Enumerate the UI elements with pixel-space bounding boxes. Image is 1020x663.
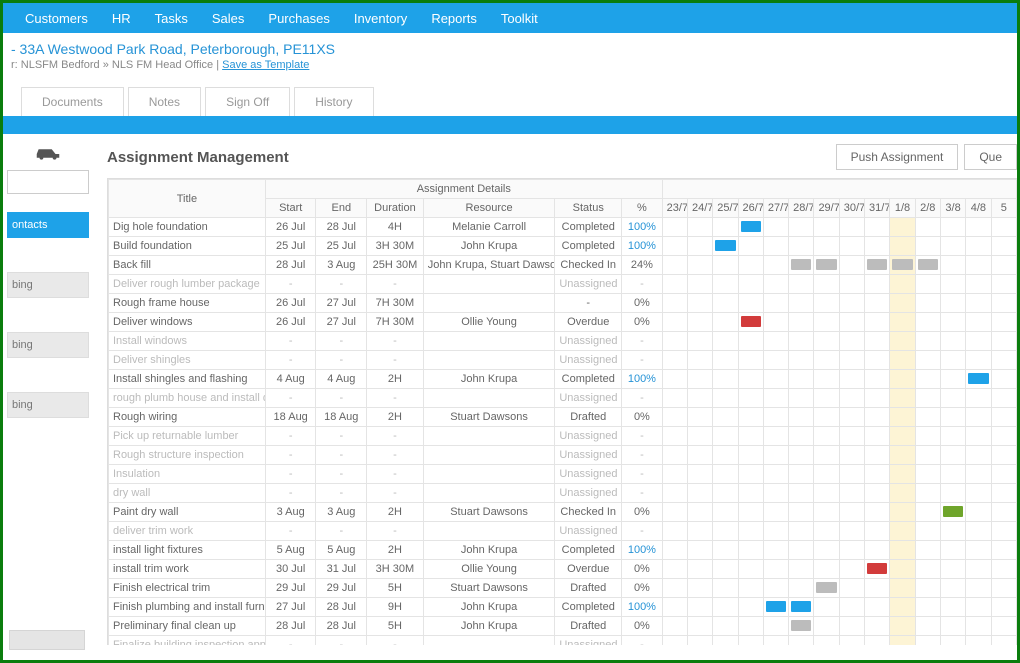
nav-hr[interactable]: HR <box>100 11 143 26</box>
gantt-bar[interactable] <box>741 221 761 232</box>
gantt-bar[interactable] <box>816 259 836 270</box>
gantt-header <box>662 180 1016 199</box>
top-nav: CustomersHRTasksSalesPurchasesInventoryR… <box>3 3 1017 33</box>
col-resource[interactable]: Resource <box>423 199 555 218</box>
sidebar: ontacts bing bing bing <box>3 134 93 645</box>
nav-toolkit[interactable]: Toolkit <box>489 11 550 26</box>
sub-tabs: DocumentsNotesSign OffHistory <box>3 75 1017 116</box>
gantt-bar[interactable] <box>816 582 836 593</box>
date-col: 29/7 <box>814 199 839 218</box>
nav-sales[interactable]: Sales <box>200 11 257 26</box>
table-row[interactable]: Install shingles and flashing4 Aug4 Aug2… <box>109 370 1017 389</box>
gantt-bar[interactable] <box>715 240 735 251</box>
date-col: 25/7 <box>713 199 738 218</box>
table-row[interactable]: Install windows---Unassigned- <box>109 332 1017 351</box>
gantt-bar[interactable] <box>867 259 887 270</box>
table-row[interactable]: Dig hole foundation26 Jul28 Jul4HMelanie… <box>109 218 1017 237</box>
gantt-bar[interactable] <box>766 601 786 612</box>
table-row[interactable]: Rough wiring18 Aug18 Aug2HStuart Dawsons… <box>109 408 1017 427</box>
table-body: Dig hole foundation26 Jul28 Jul4HMelanie… <box>109 218 1017 646</box>
tab-notes[interactable]: Notes <box>128 87 201 116</box>
nav-purchases[interactable]: Purchases <box>256 11 341 26</box>
col-group-details: Assignment Details <box>265 180 662 199</box>
push-assignment-button[interactable]: Push Assignment <box>836 144 959 170</box>
tab-history[interactable]: History <box>294 87 373 116</box>
date-col: 3/8 <box>940 199 965 218</box>
tab-documents[interactable]: Documents <box>21 87 124 116</box>
nav-inventory[interactable]: Inventory <box>342 11 419 26</box>
table-row[interactable]: Rough structure inspection---Unassigned- <box>109 446 1017 465</box>
date-col: 26/7 <box>738 199 763 218</box>
table-row[interactable]: install trim work30 Jul31 Jul3H 30MOllie… <box>109 560 1017 579</box>
table-row[interactable]: Insulation---Unassigned- <box>109 465 1017 484</box>
date-col: 27/7 <box>763 199 788 218</box>
gantt-bar[interactable] <box>918 259 938 270</box>
gantt-bar[interactable] <box>867 563 887 574</box>
date-col: 28/7 <box>789 199 814 218</box>
address-line: - 33A Westwood Park Road, Peterborough, … <box>11 41 1017 57</box>
date-col: 23/7 <box>662 199 687 218</box>
table-row[interactable]: Paint dry wall3 Aug3 Aug2HStuart Dawsons… <box>109 503 1017 522</box>
table-row[interactable]: dry wall---Unassigned- <box>109 484 1017 503</box>
date-col: 24/7 <box>687 199 712 218</box>
col-duration[interactable]: Duration <box>367 199 424 218</box>
table-row[interactable]: Deliver windows26 Jul27 Jul7H 30MOllie Y… <box>109 313 1017 332</box>
col-title[interactable]: Title <box>109 180 266 218</box>
gantt-bar[interactable] <box>892 259 912 270</box>
tab-sign-off[interactable]: Sign Off <box>205 87 290 116</box>
gantt-bar[interactable] <box>791 601 811 612</box>
save-template-link[interactable]: Save as Template <box>222 59 309 71</box>
table-row[interactable]: Finish electrical trim29 Jul29 Jul5HStua… <box>109 579 1017 598</box>
table-row[interactable]: deliver trim work---Unassigned- <box>109 522 1017 541</box>
table-row[interactable]: Finish plumbing and install furnace27 Ju… <box>109 598 1017 617</box>
sidebar-item-3[interactable]: bing <box>7 392 89 418</box>
table-row[interactable]: install light fixtures5 Aug5 Aug2HJohn K… <box>109 541 1017 560</box>
assignment-table[interactable]: Title Assignment Details Start End Durat… <box>108 179 1017 645</box>
sidebar-contacts[interactable]: ontacts <box>7 212 89 238</box>
page-header: - 33A Westwood Park Road, Peterborough, … <box>3 33 1017 75</box>
col-start[interactable]: Start <box>265 199 316 218</box>
gantt-bar[interactable] <box>943 506 963 517</box>
date-col: 1/8 <box>890 199 915 218</box>
table-row[interactable]: Preliminary final clean up28 Jul28 Jul5H… <box>109 617 1017 636</box>
queue-button[interactable]: Que <box>964 144 1017 170</box>
search-input[interactable] <box>7 170 89 194</box>
gantt-bar[interactable] <box>968 373 988 384</box>
gantt-bar[interactable] <box>741 316 761 327</box>
nav-customers[interactable]: Customers <box>13 11 100 26</box>
breadcrumb-text: r: NLSFM Bedford » NLS FM Head Office | <box>11 59 222 71</box>
col-end[interactable]: End <box>316 199 367 218</box>
table-row[interactable]: Finalize building inspection approva---U… <box>109 636 1017 646</box>
sidebar-item-2[interactable]: bing <box>7 332 89 358</box>
nav-tasks[interactable]: Tasks <box>143 11 200 26</box>
nav-reports[interactable]: Reports <box>419 11 489 26</box>
date-col: 5 <box>991 199 1016 218</box>
table-row[interactable]: Rough frame house26 Jul27 Jul7H 30M-0% <box>109 294 1017 313</box>
sidebar-item-1[interactable]: bing <box>7 272 89 298</box>
date-col: 2/8 <box>915 199 940 218</box>
divider-bar <box>3 116 1017 134</box>
date-col: 30/7 <box>839 199 864 218</box>
table-row[interactable]: Pick up returnable lumber---Unassigned- <box>109 427 1017 446</box>
table-row[interactable]: Build foundation25 Jul25 Jul3H 30MJohn K… <box>109 237 1017 256</box>
col-status[interactable]: Status <box>555 199 622 218</box>
car-icon <box>33 144 63 162</box>
table-row[interactable]: Deliver shingles---Unassigned- <box>109 351 1017 370</box>
main-panel: Assignment Management Push Assignment Qu… <box>93 134 1017 645</box>
gantt-bar[interactable] <box>791 259 811 270</box>
col-pct[interactable]: % <box>622 199 663 218</box>
sidebar-footer-button[interactable] <box>9 630 85 650</box>
gantt-bar[interactable] <box>791 620 811 631</box>
breadcrumb: r: NLSFM Bedford » NLS FM Head Office | … <box>11 59 1017 71</box>
date-col: 31/7 <box>865 199 890 218</box>
assignment-grid: Title Assignment Details Start End Durat… <box>107 178 1017 645</box>
table-row[interactable]: rough plumb house and install duct---Una… <box>109 389 1017 408</box>
table-row[interactable]: Deliver rough lumber package---Unassigne… <box>109 275 1017 294</box>
date-col: 4/8 <box>966 199 991 218</box>
table-row[interactable]: Back fill28 Jul3 Aug25H 30MJohn Krupa, S… <box>109 256 1017 275</box>
page-title: Assignment Management <box>107 149 830 166</box>
